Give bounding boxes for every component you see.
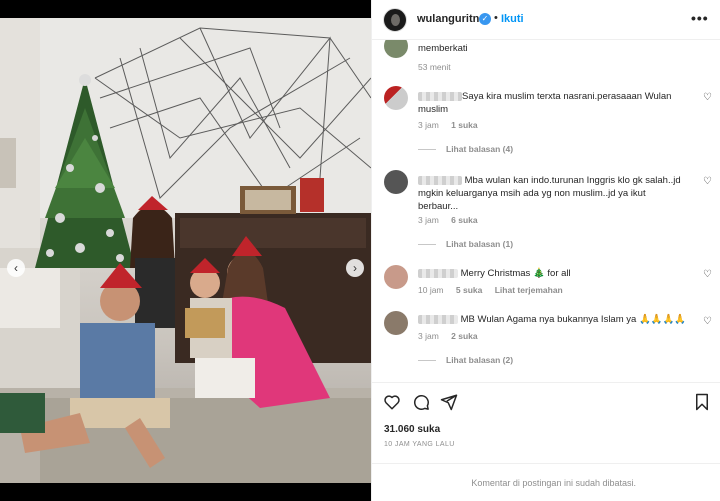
comment-time: 3 jam	[418, 215, 439, 225]
comment-likes[interactable]: 6 suka	[451, 215, 477, 225]
likes-count[interactable]: 31.060 suka	[384, 424, 440, 435]
comment-text: Merry Christmas 🎄 for all	[418, 267, 688, 280]
comment-text: MB Wulan Agama nya bukannya Islam ya 🙏🙏🙏…	[418, 313, 688, 326]
comment-time: 3 jam	[418, 120, 439, 130]
comment-time: 53 menit	[418, 62, 451, 72]
heart-icon[interactable]: ♡	[703, 92, 712, 103]
comment-time: 3 jam	[418, 331, 439, 341]
view-replies-button[interactable]: Lihat balasan (1)	[418, 239, 513, 249]
blurred-username	[418, 91, 462, 101]
heart-icon[interactable]: ♡	[703, 176, 712, 187]
commenter-avatar[interactable]	[384, 86, 408, 110]
heart-icon[interactable]: ♡	[703, 316, 712, 327]
more-horizontal-icon[interactable]: •••	[691, 10, 709, 26]
comment-time: 10 jam	[418, 285, 444, 295]
blurred-username	[418, 175, 462, 185]
comment-likes[interactable]: 1 suka	[451, 120, 477, 130]
header-separator: •	[494, 12, 498, 24]
comment-meta: 53 menit	[418, 62, 461, 72]
username[interactable]: wulanguritno	[417, 13, 486, 25]
comment-icon[interactable]	[412, 393, 430, 411]
comment-text: memberkati	[418, 43, 468, 54]
comment-meta: 3 jam 6 suka	[418, 215, 488, 225]
post-modal: ‹ › wulanguritno ✓ • Ikuti ••• memberkat…	[0, 0, 720, 501]
family-christmas-photo	[0, 18, 371, 483]
restricted-notice: Komentar di postingan ini sudah dibatasi…	[471, 478, 636, 488]
avatar[interactable]	[383, 8, 407, 32]
translate-link[interactable]: Lihat terjemahan	[495, 285, 563, 295]
verified-badge-icon: ✓	[479, 13, 491, 25]
comment-text: Mba wulan kan indo.turunan Inggris klo g…	[418, 175, 681, 212]
comment-meta: 3 jam 2 suka	[418, 331, 488, 341]
commenter-avatar[interactable]	[384, 170, 408, 194]
post-actions: 31.060 suka 10 JAM YANG LALU	[372, 382, 720, 462]
comment-text: Saya kira muslim terxta nasrani.perasaaa…	[418, 91, 672, 115]
chevron-right-icon[interactable]: ›	[346, 259, 364, 277]
heart-icon[interactable]: ♡	[703, 269, 712, 280]
commenter-avatar[interactable]	[384, 311, 408, 335]
post-header: wulanguritno ✓ • Ikuti •••	[372, 0, 720, 40]
post-sidebar: wulanguritno ✓ • Ikuti ••• memberkati 53…	[371, 0, 720, 501]
comment-meta: 3 jam 1 suka	[418, 120, 488, 130]
post-timestamp: 10 JAM YANG LALU	[384, 441, 455, 448]
comment-likes[interactable]: 2 suka	[451, 331, 477, 341]
blurred-username	[418, 314, 458, 324]
bookmark-icon[interactable]	[694, 393, 710, 411]
view-replies-button[interactable]: Lihat balasan (4)	[418, 144, 513, 154]
follow-button[interactable]: Ikuti	[501, 13, 524, 25]
comments-list[interactable]: memberkati 53 menit Saya kira muslim ter…	[372, 40, 720, 382]
comment-meta: 10 jam 5 suka Lihat terjemahan	[418, 285, 573, 295]
post-photo[interactable]: ‹ ›	[0, 18, 371, 483]
share-icon[interactable]	[440, 393, 458, 411]
commenter-avatar[interactable]	[384, 40, 408, 58]
comment-restricted-footer: Komentar di postingan ini sudah dibatasi…	[372, 463, 720, 501]
chevron-left-icon[interactable]: ‹	[7, 259, 25, 277]
comment-likes[interactable]: 5 suka	[456, 285, 482, 295]
view-replies-button[interactable]: Lihat balasan (2)	[418, 355, 513, 365]
commenter-avatar[interactable]	[384, 265, 408, 289]
heart-icon[interactable]	[383, 393, 401, 411]
blurred-username	[418, 268, 458, 278]
